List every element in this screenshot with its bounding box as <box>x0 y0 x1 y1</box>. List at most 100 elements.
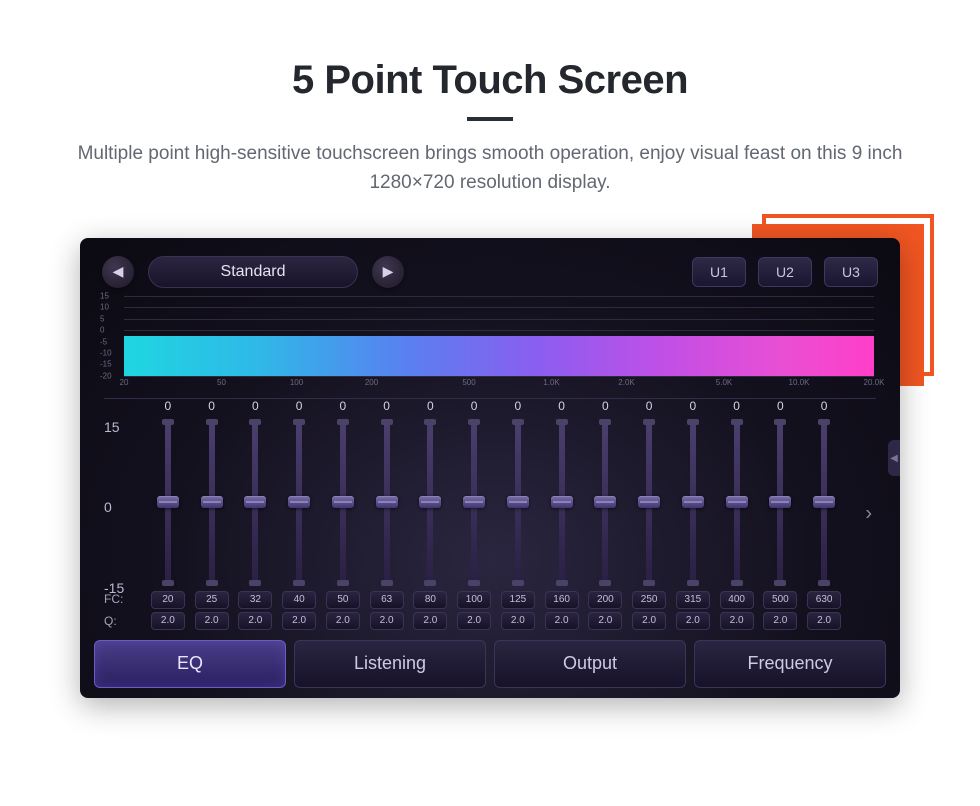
slider-thumb[interactable] <box>551 496 573 508</box>
q-value[interactable]: 2.0 <box>238 612 272 630</box>
fc-value[interactable]: 20 <box>151 591 185 609</box>
eq-panel: 15 0 -15 FC: Q: 0202.00252.00322.00402.0… <box>104 398 876 630</box>
eq-slider[interactable] <box>471 421 477 584</box>
eq-slider[interactable] <box>734 421 740 584</box>
slider-thumb[interactable] <box>201 496 223 508</box>
eq-band: 0502.0 <box>321 399 365 630</box>
slider-row: 0202.00252.00322.00402.00502.00632.00802… <box>146 399 846 630</box>
slider-thumb[interactable] <box>244 496 266 508</box>
slider-thumb[interactable] <box>376 496 398 508</box>
slider-thumb[interactable] <box>157 496 179 508</box>
q-value[interactable]: 2.0 <box>545 612 579 630</box>
q-value[interactable]: 2.0 <box>501 612 535 630</box>
q-value[interactable]: 2.0 <box>720 612 754 630</box>
fc-value[interactable]: 63 <box>370 591 404 609</box>
band-value: 0 <box>602 399 609 415</box>
q-value[interactable]: 2.0 <box>195 612 229 630</box>
slider-thumb[interactable] <box>594 496 616 508</box>
tab-eq[interactable]: EQ <box>94 640 286 688</box>
eq-slider[interactable] <box>777 421 783 584</box>
q-value[interactable]: 2.0 <box>326 612 360 630</box>
fc-value[interactable]: 125 <box>501 591 535 609</box>
user-preset-2-button[interactable]: U2 <box>758 257 812 287</box>
q-value[interactable]: 2.0 <box>282 612 316 630</box>
eq-slider[interactable] <box>296 421 302 584</box>
eq-slider[interactable] <box>821 421 827 584</box>
band-value: 0 <box>427 399 434 415</box>
eq-slider[interactable] <box>384 421 390 584</box>
spectrum-y-tick: -5 <box>100 337 107 346</box>
fc-value[interactable]: 630 <box>807 591 841 609</box>
eq-slider[interactable] <box>646 421 652 584</box>
fc-value[interactable]: 400 <box>720 591 754 609</box>
tab-output[interactable]: Output <box>494 640 686 688</box>
spectrum-x-tick: 1.0K <box>543 378 559 387</box>
tab-frequency[interactable]: Frequency <box>694 640 886 688</box>
band-value: 0 <box>296 399 303 415</box>
eq-slider[interactable] <box>165 421 171 584</box>
q-value[interactable]: 2.0 <box>457 612 491 630</box>
preset-next-button[interactable]: ▶ <box>372 256 404 288</box>
preset-display[interactable]: Standard <box>148 256 358 288</box>
side-handle[interactable]: ◀ <box>888 440 900 476</box>
preset-prev-button[interactable]: ◀ <box>102 256 134 288</box>
slider-thumb[interactable] <box>769 496 791 508</box>
spectrum-x-tick: 50 <box>217 378 226 387</box>
eq-slider[interactable] <box>602 421 608 584</box>
fc-value[interactable]: 40 <box>282 591 316 609</box>
eq-band: 03152.0 <box>671 399 715 630</box>
spectrum-y-tick: 5 <box>100 314 104 323</box>
y-label: 0 <box>104 499 138 515</box>
eq-slider[interactable] <box>252 421 258 584</box>
eq-slider[interactable] <box>209 421 215 584</box>
fc-value[interactable]: 250 <box>632 591 666 609</box>
fc-value[interactable]: 32 <box>238 591 272 609</box>
spectrum-y-tick: -20 <box>100 371 112 380</box>
user-preset-1-button[interactable]: U1 <box>692 257 746 287</box>
fc-value[interactable]: 50 <box>326 591 360 609</box>
q-value[interactable]: 2.0 <box>807 612 841 630</box>
eq-slider[interactable] <box>559 421 565 584</box>
slider-thumb[interactable] <box>332 496 354 508</box>
band-value: 0 <box>821 399 828 415</box>
q-value[interactable]: 2.0 <box>151 612 185 630</box>
spectrum-y-tick: -10 <box>100 349 112 358</box>
fc-value[interactable]: 500 <box>763 591 797 609</box>
slider-thumb[interactable] <box>813 496 835 508</box>
eq-slider[interactable] <box>340 421 346 584</box>
slider-thumb[interactable] <box>726 496 748 508</box>
band-value: 0 <box>252 399 259 415</box>
user-preset-3-button[interactable]: U3 <box>824 257 878 287</box>
band-value: 0 <box>515 399 522 415</box>
eq-slider[interactable] <box>515 421 521 584</box>
q-value[interactable]: 2.0 <box>588 612 622 630</box>
more-bands-button[interactable]: › <box>865 503 872 526</box>
q-value[interactable]: 2.0 <box>763 612 797 630</box>
slider-thumb[interactable] <box>288 496 310 508</box>
fc-value[interactable]: 25 <box>195 591 229 609</box>
q-value[interactable]: 2.0 <box>676 612 710 630</box>
fc-value[interactable]: 100 <box>457 591 491 609</box>
q-value[interactable]: 2.0 <box>370 612 404 630</box>
fc-value[interactable]: 80 <box>413 591 447 609</box>
slider-thumb[interactable] <box>463 496 485 508</box>
bottom-tabs: EQListeningOutputFrequency <box>94 640 886 688</box>
eq-band: 0 125 2.0 <box>496 399 540 630</box>
fc-value[interactable]: 200 <box>588 591 622 609</box>
eq-band: 0 630 2.0 <box>802 399 846 630</box>
q-row-label: Q: <box>104 614 117 628</box>
eq-slider[interactable] <box>690 421 696 584</box>
slider-thumb[interactable] <box>507 496 529 508</box>
spectrum-y-tick: -15 <box>100 360 112 369</box>
slider-thumb[interactable] <box>682 496 704 508</box>
tab-listening[interactable]: Listening <box>294 640 486 688</box>
fc-value[interactable]: 160 <box>545 591 579 609</box>
fc-value[interactable]: 315 <box>676 591 710 609</box>
band-value: 0 <box>777 399 784 415</box>
slider-thumb[interactable] <box>419 496 441 508</box>
eq-band: 0 500 2.0 <box>759 399 803 630</box>
eq-slider[interactable] <box>427 421 433 584</box>
q-value[interactable]: 2.0 <box>632 612 666 630</box>
slider-thumb[interactable] <box>638 496 660 508</box>
q-value[interactable]: 2.0 <box>413 612 447 630</box>
